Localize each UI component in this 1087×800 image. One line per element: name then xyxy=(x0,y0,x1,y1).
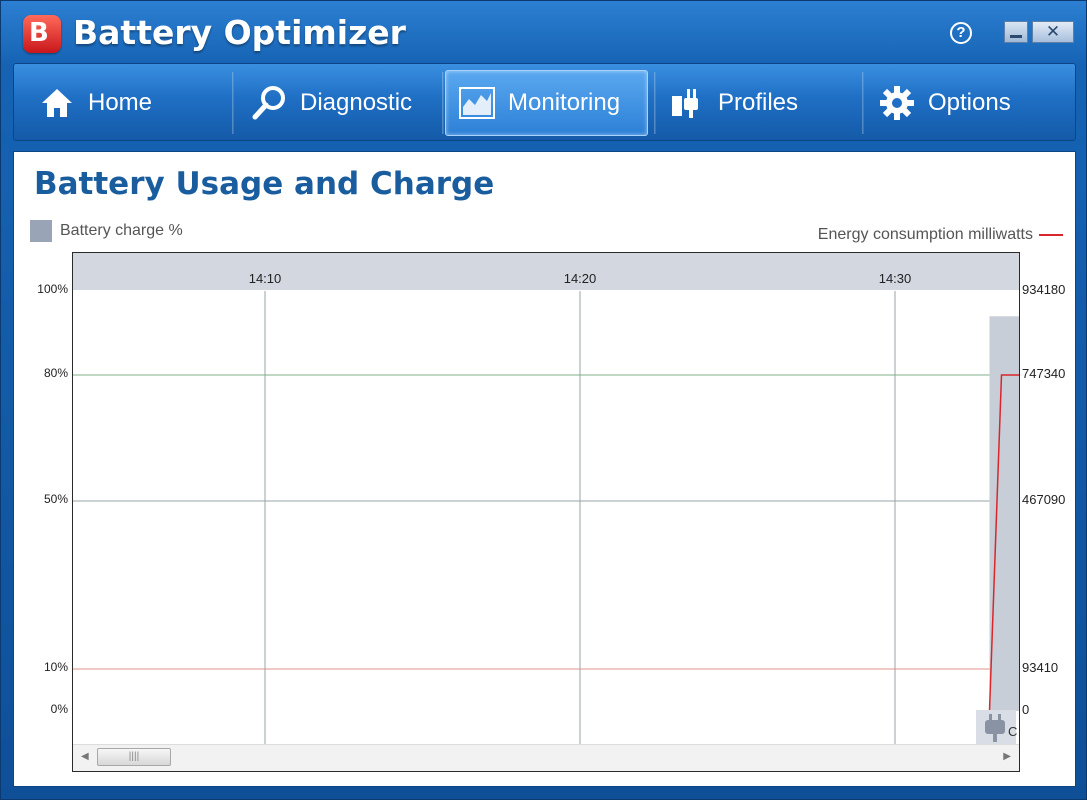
legend-swatch xyxy=(30,220,52,242)
page-title: Battery Usage and Charge xyxy=(34,166,495,202)
help-button[interactable]: ? xyxy=(950,22,972,44)
app-logo: B xyxy=(23,15,61,53)
nav-label-monitoring: Monitoring xyxy=(508,89,621,116)
nav-item-profiles[interactable]: Profiles xyxy=(668,70,858,136)
main-nav: Home Diagnostic Monitoring Profiles Opti… xyxy=(13,63,1076,141)
legend-battery-charge: Battery charge % xyxy=(30,220,183,242)
scroll-left-arrow[interactable]: ◀ xyxy=(81,751,89,762)
chart-area[interactable]: 14:10 14:20 14:30 ◀ |||| ▶ xyxy=(72,252,1020,772)
nav-item-diagnostic[interactable]: Diagnostic xyxy=(250,70,440,136)
close-button[interactable]: ✕ xyxy=(1032,21,1074,43)
magnifier-icon xyxy=(250,84,288,122)
nav-item-options[interactable]: Options xyxy=(878,70,1068,136)
y-left-tick-label: 10% xyxy=(43,660,68,674)
content-panel: Battery Usage and Charge Battery charge … xyxy=(13,151,1076,787)
scroll-right-arrow[interactable]: ▶ xyxy=(1003,751,1011,762)
y-right-tick-label: 934180 xyxy=(1022,282,1066,297)
scroll-thumb[interactable]: |||| xyxy=(97,748,171,766)
nav-label-profiles: Profiles xyxy=(718,89,799,116)
app-title: Battery Optimizer xyxy=(73,13,406,52)
minimize-button[interactable] xyxy=(1004,21,1028,43)
nav-label-home: Home xyxy=(88,89,153,116)
title-bar[interactable]: B Battery Optimizer ? ✕ xyxy=(1,1,1087,63)
y-left-tick-label: 80% xyxy=(43,366,68,380)
legend-label-charge: Battery charge % xyxy=(60,222,183,239)
y-right-tick-label: 747340 xyxy=(1022,366,1066,381)
y-right-tick-label: 93410 xyxy=(1022,660,1059,675)
y-right-tick-label: 0 xyxy=(1022,702,1030,717)
nav-item-monitoring[interactable]: Monitoring xyxy=(445,70,648,136)
plug-icon xyxy=(668,84,706,122)
nav-label-diagnostic: Diagnostic xyxy=(300,89,413,116)
x-tick-label: 14:20 xyxy=(564,271,597,286)
y-left-tick-label: 100% xyxy=(37,282,68,296)
cut-label: C xyxy=(1008,724,1018,739)
y-left-tick-label: 50% xyxy=(43,492,68,506)
gear-icon xyxy=(878,84,916,122)
y-left-tick-label: 0% xyxy=(50,702,68,716)
chart-svg: 14:10 14:20 14:30 xyxy=(73,271,1019,745)
nav-label-options: Options xyxy=(928,89,1011,116)
legend-energy: Energy consumption milliwatts xyxy=(818,226,1063,244)
chart-icon xyxy=(458,84,496,122)
nav-item-home[interactable]: Home xyxy=(38,70,228,136)
legend-line xyxy=(1039,234,1063,236)
legend-label-energy: Energy consumption milliwatts xyxy=(817,226,1033,243)
home-icon xyxy=(38,84,76,122)
app-window: B Battery Optimizer ? ✕ Home Diagnostic … xyxy=(0,0,1087,800)
y-right-tick-label: 467090 xyxy=(1022,492,1066,507)
horizontal-scrollbar[interactable]: ◀ |||| ▶ xyxy=(73,744,1019,771)
x-tick-label: 14:30 xyxy=(879,271,912,286)
x-tick-label: 14:10 xyxy=(249,271,282,286)
